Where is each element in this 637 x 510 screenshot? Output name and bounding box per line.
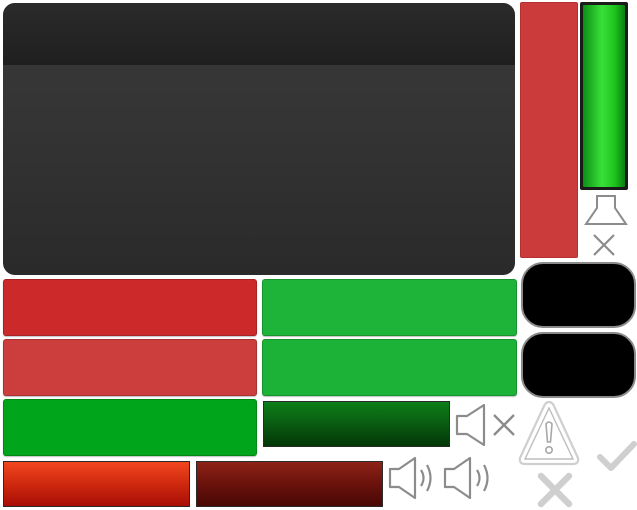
red-button-light[interactable] (3, 339, 257, 396)
bright-green-button[interactable] (3, 399, 257, 456)
black-pill-button[interactable] (521, 332, 636, 398)
red-vertical-bar[interactable] (520, 2, 578, 258)
main-dark-panel (3, 3, 515, 275)
cross-icon[interactable] (535, 471, 575, 509)
red-button[interactable] (3, 279, 257, 336)
close-icon[interactable] (591, 232, 617, 258)
speaker-muted-icon[interactable] (454, 402, 520, 448)
warning-triangle-icon (516, 398, 582, 468)
volume-level-fill (583, 5, 625, 187)
speaker-medium-icon[interactable] (442, 455, 498, 501)
panel-header-strip (3, 3, 515, 65)
green-button[interactable] (262, 279, 517, 336)
speaker-loud-icon[interactable] (387, 455, 441, 501)
black-pill-button[interactable] (521, 262, 636, 328)
speaker-stand-icon[interactable] (584, 194, 628, 228)
orange-red-bar[interactable] (3, 461, 190, 507)
check-icon[interactable] (597, 438, 637, 474)
dark-green-bar[interactable] (263, 401, 450, 447)
volume-level-meter[interactable] (580, 2, 628, 190)
maroon-bar[interactable] (196, 461, 383, 507)
green-button-secondary[interactable] (262, 339, 517, 396)
